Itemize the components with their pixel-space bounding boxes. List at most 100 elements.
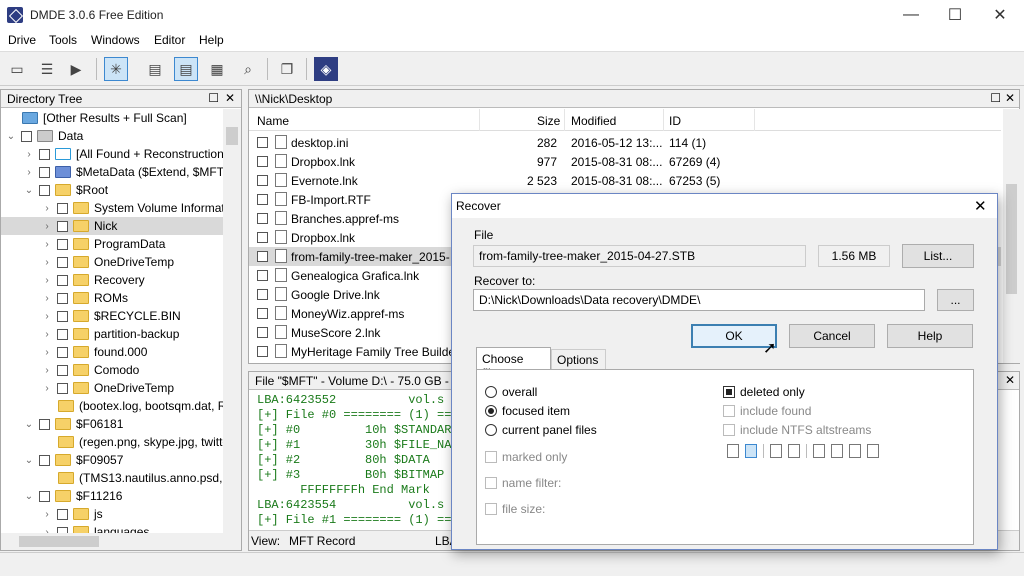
panel-close-icon[interactable]: ✕ (225, 91, 235, 105)
tree-item-checkbox[interactable] (39, 166, 50, 178)
maximize-button[interactable]: ☐ (932, 0, 978, 30)
menu-tools[interactable]: Tools (49, 33, 77, 47)
altstream-file-icon[interactable] (813, 444, 825, 458)
tree-item-checkbox[interactable] (39, 454, 50, 466)
tree-item[interactable]: › partition-backup (1, 325, 223, 343)
recover-to-input[interactable]: D:\Nick\Downloads\Data recovery\DMDE\ (473, 289, 925, 311)
play-icon-button[interactable]: ▶ (64, 57, 88, 81)
file-row[interactable]: Evernote.lnk 2 523 2015-08-31 08:... 67253 … (249, 171, 1001, 190)
file-row-checkbox[interactable] (257, 156, 268, 167)
new-panel-icon-button[interactable]: ✳ (104, 57, 128, 81)
tree-item[interactable]: (TMS13.nautilus.anno.psd, TM (1, 469, 223, 487)
radio-focused-row[interactable]: focused item (485, 404, 570, 418)
tree-horizontal-scrollbar[interactable] (1, 533, 241, 550)
tree-item[interactable]: › ROMs (1, 289, 223, 307)
altstream-deleted-icon[interactable] (831, 444, 843, 458)
tree-item-checkbox[interactable] (57, 508, 68, 520)
panel-maximize-icon[interactable]: ☐ (208, 91, 219, 105)
tree-item-checkbox[interactable] (39, 148, 50, 160)
tree-item-checkbox[interactable] (57, 274, 68, 286)
menu-drive[interactable]: Drive (8, 33, 36, 47)
column-name[interactable]: Name (257, 114, 289, 128)
tree-item[interactable]: › Recovery (1, 271, 223, 289)
chevron-down-icon[interactable]: ⌄ (23, 455, 35, 466)
panel-maximize-icon[interactable]: ☐ (990, 91, 1001, 105)
column-modified[interactable]: Modified (571, 114, 616, 128)
list-view-icon-button[interactable]: ▤ (174, 57, 198, 81)
deleted-only-row[interactable]: deleted only (723, 385, 805, 399)
radio-current-panel-row[interactable]: current panel files (485, 423, 597, 437)
chevron-right-icon[interactable]: › (41, 275, 53, 286)
dmde-logo-icon-button[interactable]: ◈ (314, 57, 338, 81)
tree-item[interactable]: › $RECYCLE.BIN (1, 307, 223, 325)
windows-icon-button[interactable]: ❐ (275, 57, 299, 81)
drive-icon-button[interactable]: ▭ (5, 57, 29, 81)
chevron-right-icon[interactable]: › (41, 221, 53, 232)
tab-choose-files[interactable]: Choose files (476, 347, 551, 380)
file-row[interactable]: desktop.ini 282 2016-05-12 13:... 114 (1) (249, 133, 1001, 152)
chevron-right-icon[interactable]: › (41, 257, 53, 268)
chevron-down-icon[interactable]: ⌄ (23, 419, 35, 430)
file-row[interactable]: Dropbox.lnk 977 2015-08-31 08:... 67269 (4) (249, 152, 1001, 171)
file-row-checkbox[interactable] (257, 251, 268, 262)
cancel-button[interactable]: Cancel (789, 324, 875, 348)
tree-item-checkbox[interactable] (21, 130, 32, 142)
chevron-right-icon[interactable]: › (23, 167, 35, 178)
tree-item-checkbox[interactable] (57, 292, 68, 304)
tree-item[interactable]: › OneDriveTemp (1, 379, 223, 397)
file-type-icon[interactable] (727, 444, 739, 458)
tab-options[interactable]: Options (551, 349, 606, 369)
tree-item[interactable]: ⌄ $F11216 (1, 487, 223, 505)
radio-focused-item[interactable] (485, 405, 497, 417)
tree-item-checkbox[interactable] (57, 238, 68, 250)
found-file-icon[interactable] (770, 444, 782, 458)
tree-item[interactable]: › Nick (1, 217, 223, 235)
file-row-checkbox[interactable] (257, 137, 268, 148)
panel-close-icon[interactable]: ✕ (1005, 91, 1015, 105)
tree-item[interactable]: [Other Results + Full Scan] (1, 109, 223, 127)
menu-help[interactable]: Help (199, 33, 224, 47)
chevron-right-icon[interactable]: › (41, 293, 53, 304)
tree-item-checkbox[interactable] (57, 328, 68, 340)
tree-item[interactable]: (bootex.log, bootsqm.dat, Rec (1, 397, 223, 415)
tree-item[interactable]: (regen.png, skype.jpg, twitter- (1, 433, 223, 451)
tree-item-checkbox[interactable] (57, 310, 68, 322)
chevron-right-icon[interactable]: › (41, 311, 53, 322)
menu-editor[interactable]: Editor (154, 33, 185, 47)
chevron-right-icon[interactable]: › (23, 149, 35, 160)
tree-item[interactable]: › languages (1, 523, 223, 533)
chevron-down-icon[interactable]: ⌄ (23, 491, 35, 502)
file-row-checkbox[interactable] (257, 308, 268, 319)
file-list-vertical-scrollbar[interactable] (1003, 109, 1020, 363)
chevron-right-icon[interactable]: › (41, 509, 53, 520)
tree-item-checkbox[interactable] (57, 202, 68, 214)
chevron-right-icon[interactable]: › (41, 239, 53, 250)
file-row-checkbox[interactable] (257, 194, 268, 205)
chevron-down-icon[interactable]: ⌄ (23, 185, 35, 196)
tree-item-checkbox[interactable] (57, 382, 68, 394)
tree-item-checkbox[interactable] (57, 346, 68, 358)
view-mode-value[interactable]: MFT Record (289, 534, 355, 548)
file-row-checkbox[interactable] (257, 327, 268, 338)
file-row-checkbox[interactable] (257, 346, 268, 357)
tree-item[interactable]: › OneDriveTemp (1, 253, 223, 271)
detail-view-icon-button[interactable]: ▦ (205, 57, 229, 81)
tree-item-checkbox[interactable] (39, 184, 50, 196)
tree-vertical-scrollbar[interactable] (223, 109, 241, 533)
radio-current-panel[interactable] (485, 424, 497, 436)
tree-item-checkbox[interactable] (57, 220, 68, 232)
column-size[interactable]: Size (537, 114, 560, 128)
chevron-right-icon[interactable]: › (41, 347, 53, 358)
tree-item[interactable]: › found.000 (1, 343, 223, 361)
close-button[interactable]: ✕ (977, 0, 1023, 30)
radio-overall-row[interactable]: overall (485, 385, 537, 399)
panel-close-icon[interactable]: ✕ (1005, 373, 1015, 387)
altstream-found-deleted-icon[interactable] (867, 444, 879, 458)
radio-overall[interactable] (485, 386, 497, 398)
tree-item-checkbox[interactable] (39, 490, 50, 502)
tree-view-icon-button[interactable]: ▤ (143, 57, 167, 81)
tree-item[interactable]: ⌄ $F06181 (1, 415, 223, 433)
column-id[interactable]: ID (669, 114, 681, 128)
tree-item[interactable]: › ProgramData (1, 235, 223, 253)
file-row-checkbox[interactable] (257, 213, 268, 224)
